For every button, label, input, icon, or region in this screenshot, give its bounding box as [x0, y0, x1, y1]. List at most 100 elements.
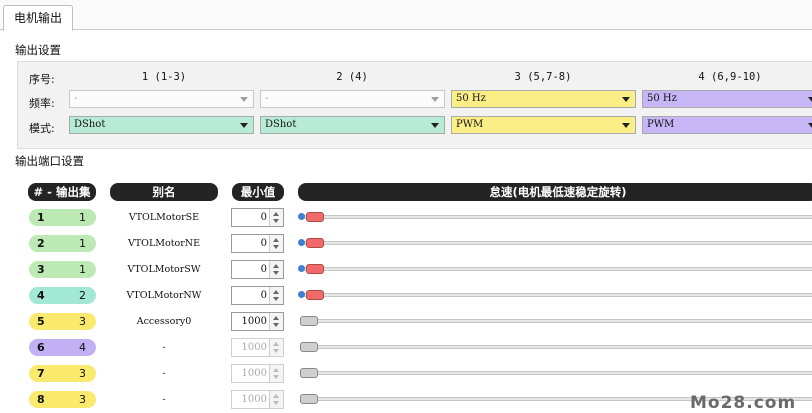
- chevron-down-icon: [431, 97, 439, 102]
- idle-speed-slider[interactable]: [303, 215, 812, 219]
- tab-motor-output[interactable]: 电机输出: [3, 5, 74, 31]
- output-settings-title: 输出设置: [15, 43, 61, 57]
- stepper-up-icon[interactable]: [273, 212, 279, 216]
- mode-select-4[interactable]: PWM: [642, 116, 812, 134]
- output-number: 7: [37, 367, 45, 380]
- mode-select-2[interactable]: DShot: [260, 116, 445, 134]
- mode-value-1: DShot: [74, 119, 106, 130]
- min-value: 1000: [241, 394, 267, 405]
- alias-header: 别名: [110, 183, 218, 201]
- output-badge: 73: [29, 365, 96, 382]
- min-value: 0: [260, 238, 267, 249]
- alias-label: VTOLMotorNW: [126, 290, 202, 301]
- frequency-value-4: 50 Hz: [647, 93, 677, 104]
- stepper-down-icon[interactable]: [273, 375, 279, 379]
- chevron-down-icon: [808, 123, 812, 128]
- idle-speed-slider[interactable]: [303, 345, 812, 349]
- alias-label: VTOLMotorNE: [127, 238, 201, 249]
- output-badge: 11: [29, 209, 96, 226]
- idle-speed-slider[interactable]: [303, 267, 812, 271]
- output-badge: 42: [29, 287, 96, 304]
- output-set-number: 4: [79, 341, 86, 354]
- mode-value-4: PWM: [647, 119, 675, 130]
- tab-bar: 电机输出: [0, 0, 812, 31]
- mode-select-3[interactable]: PWM: [451, 116, 636, 134]
- min-value-spinbox[interactable]: 0: [231, 286, 284, 305]
- min-value-spinbox[interactable]: 1000: [231, 312, 284, 331]
- output-number: 8: [37, 393, 45, 406]
- frequency-label: 频率:: [29, 97, 55, 110]
- idle-speed-header: 怠速(电机最低速稳定旋转): [298, 183, 812, 201]
- port-settings-title: 输出端口设置: [15, 154, 84, 168]
- stepper-up-icon[interactable]: [273, 342, 279, 346]
- stepper-up-icon[interactable]: [273, 316, 279, 320]
- stepper-buttons[interactable]: [269, 365, 283, 382]
- column-header-3: 3 (5,7-8): [514, 71, 572, 83]
- stepper-down-icon[interactable]: [273, 245, 279, 249]
- idle-speed-slider[interactable]: [303, 319, 812, 323]
- output-set-number: 3: [79, 315, 86, 328]
- stepper-buttons[interactable]: [269, 209, 283, 226]
- slider-handle[interactable]: [300, 316, 318, 326]
- stepper-down-icon[interactable]: [273, 271, 279, 275]
- output-badge: 53: [29, 313, 96, 330]
- stepper-buttons[interactable]: [269, 313, 283, 330]
- stepper-down-icon[interactable]: [273, 323, 279, 327]
- column-header-1: 1 (1-3): [141, 71, 187, 83]
- mode-value-2: DShot: [265, 119, 297, 130]
- output-number: 5: [37, 315, 45, 328]
- stepper-buttons[interactable]: [269, 391, 283, 408]
- frequency-value-2: -: [265, 93, 269, 104]
- frequency-select-1[interactable]: -: [69, 90, 254, 108]
- min-value-spinbox[interactable]: 1000: [231, 364, 284, 383]
- output-set-number: 3: [79, 393, 86, 406]
- frequency-select-4[interactable]: 50 Hz: [642, 90, 812, 108]
- stepper-up-icon[interactable]: [273, 238, 279, 242]
- watermark: Mo28.com: [690, 393, 797, 413]
- output-number: 1: [37, 211, 45, 224]
- output-number: 6: [37, 341, 45, 354]
- frequency-select-2[interactable]: -: [260, 90, 445, 108]
- slider-handle[interactable]: [306, 264, 324, 274]
- slider-handle[interactable]: [306, 212, 324, 222]
- min-value-spinbox[interactable]: 0: [231, 208, 284, 227]
- min-value-spinbox[interactable]: 1000: [231, 390, 284, 409]
- min-value: 1000: [241, 316, 267, 327]
- stepper-up-icon[interactable]: [273, 368, 279, 372]
- slider-min-dot: [298, 213, 305, 220]
- slider-handle[interactable]: [306, 290, 324, 300]
- stepper-buttons[interactable]: [269, 261, 283, 278]
- stepper-up-icon[interactable]: [273, 394, 279, 398]
- idle-speed-slider[interactable]: [303, 293, 812, 297]
- min-value: 1000: [241, 368, 267, 379]
- stepper-down-icon[interactable]: [273, 219, 279, 223]
- stepper-up-icon[interactable]: [273, 290, 279, 294]
- alias-label: VTOLMotorSE: [128, 212, 200, 223]
- alias-label: Accessory0: [136, 316, 192, 327]
- slider-handle[interactable]: [306, 238, 324, 248]
- chevron-down-icon: [240, 123, 248, 128]
- idle-speed-slider[interactable]: [303, 371, 812, 375]
- slider-handle[interactable]: [300, 394, 318, 404]
- stepper-buttons[interactable]: [269, 339, 283, 356]
- output-number: 3: [37, 263, 45, 276]
- stepper-buttons[interactable]: [269, 235, 283, 252]
- output-set-number: 1: [79, 211, 86, 224]
- output-set-number: 1: [79, 263, 86, 276]
- stepper-down-icon[interactable]: [273, 401, 279, 405]
- min-value-spinbox[interactable]: 1000: [231, 338, 284, 357]
- stepper-down-icon[interactable]: [273, 297, 279, 301]
- stepper-down-icon[interactable]: [273, 349, 279, 353]
- idle-speed-slider[interactable]: [303, 241, 812, 245]
- min-value: 0: [260, 212, 267, 223]
- slider-handle[interactable]: [300, 368, 318, 378]
- output-settings-panel: 序号: 频率: 模式: 1 (1-3) 2 (4) 3 (5,7-8) 4 (6…: [17, 61, 812, 149]
- frequency-select-3[interactable]: 50 Hz: [451, 90, 636, 108]
- mode-select-1[interactable]: DShot: [69, 116, 254, 134]
- slider-handle[interactable]: [300, 342, 318, 352]
- min-value-header: 最小值: [232, 183, 284, 201]
- min-value-spinbox[interactable]: 0: [231, 234, 284, 253]
- min-value-spinbox[interactable]: 0: [231, 260, 284, 279]
- stepper-up-icon[interactable]: [273, 264, 279, 268]
- stepper-buttons[interactable]: [269, 287, 283, 304]
